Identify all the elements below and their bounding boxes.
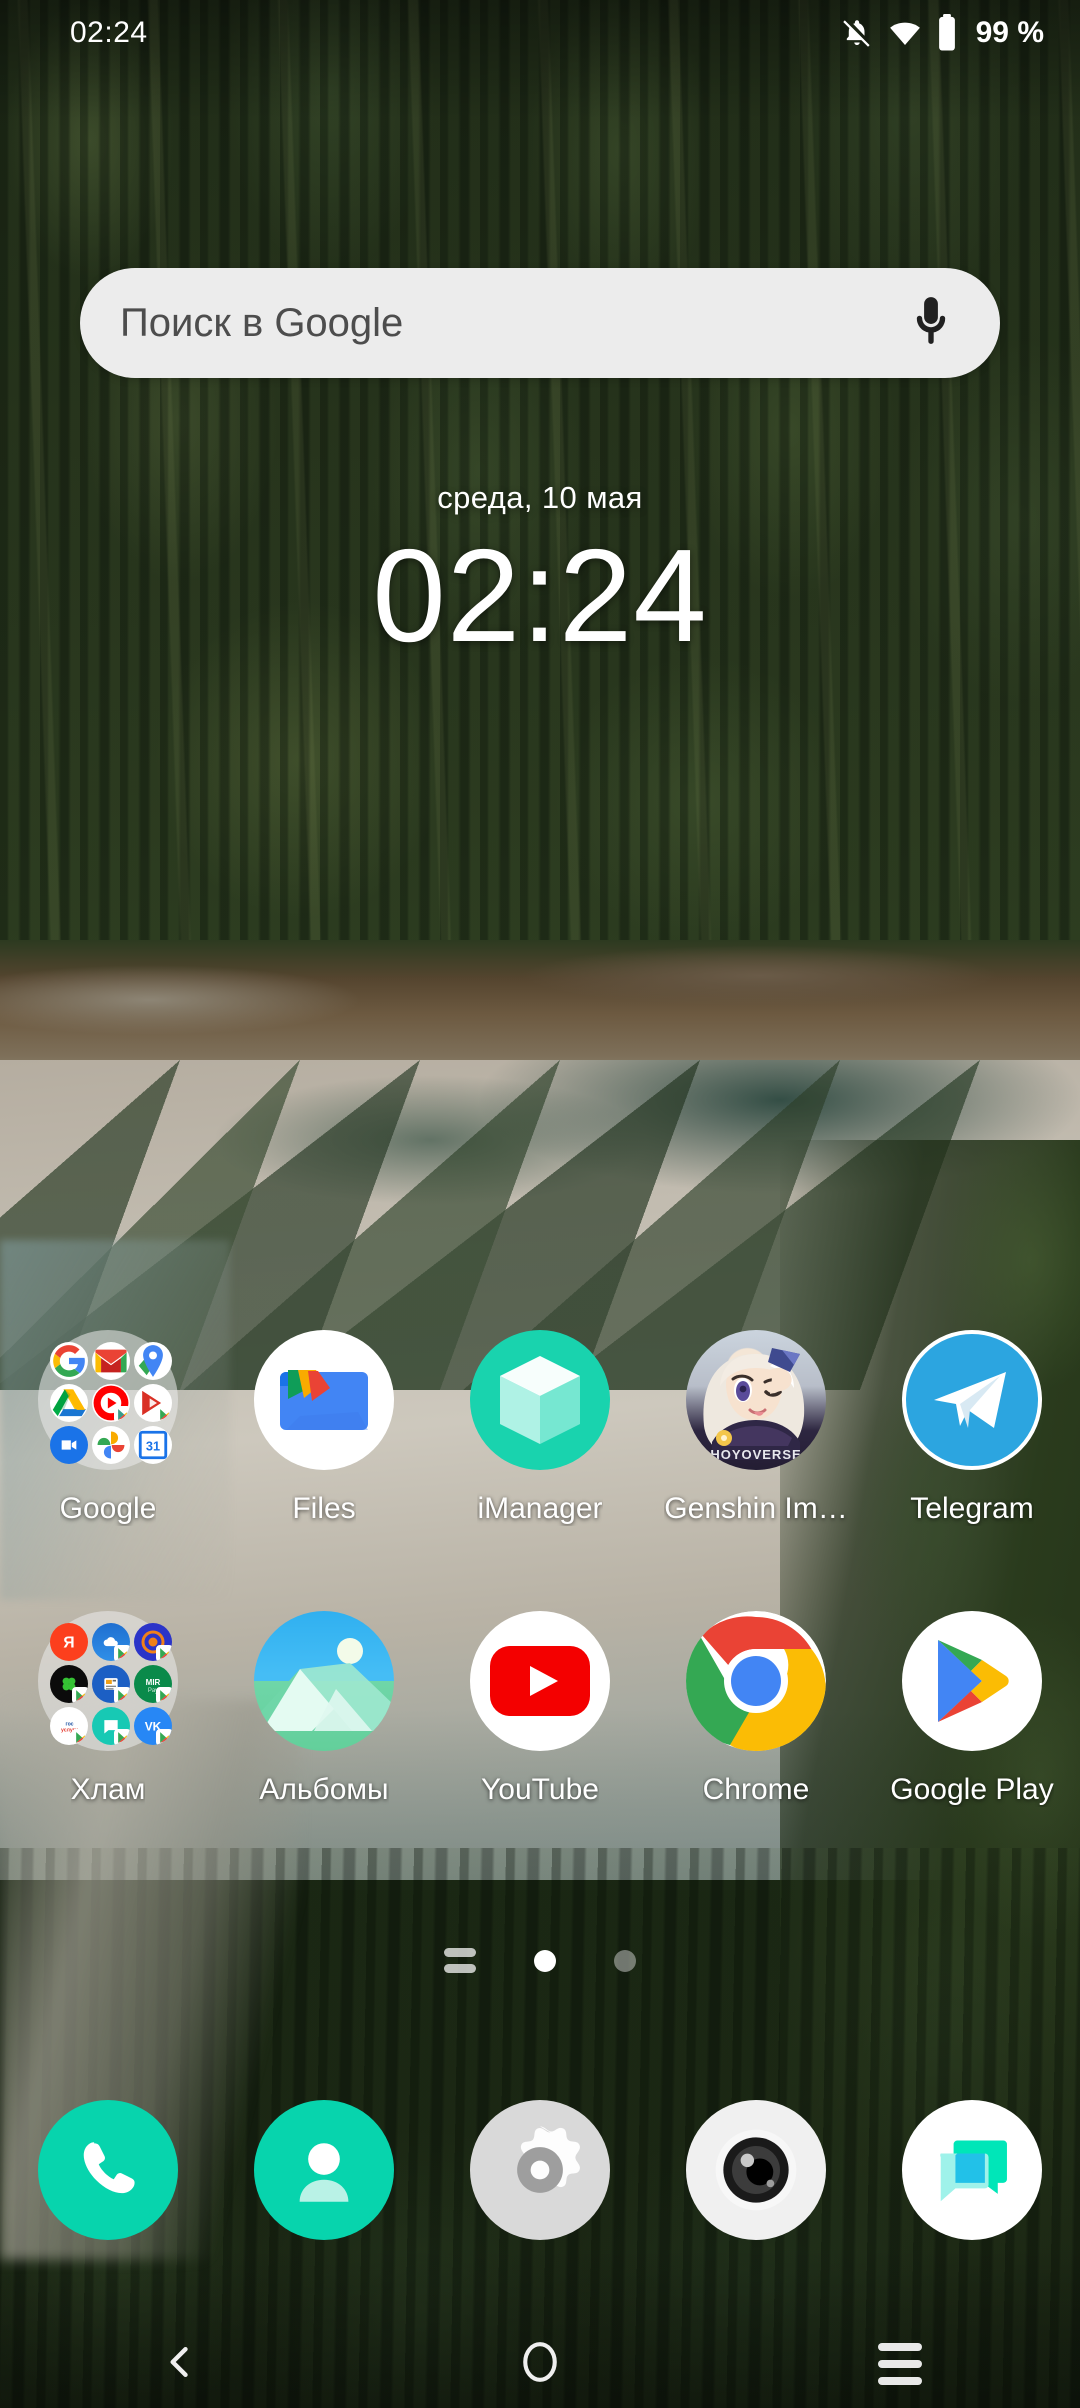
- mini-icon-gosuslugi: гос услуги: [50, 1707, 88, 1745]
- svg-text:MIR: MIR: [146, 1678, 161, 1687]
- play-store-badge-icon: [72, 1729, 88, 1745]
- navigation-bar: [0, 2320, 1080, 2408]
- contacts-icon[interactable]: [254, 2100, 394, 2240]
- wifi-icon: [888, 16, 922, 50]
- youtube-icon[interactable]: [470, 1611, 610, 1751]
- mini-icon-play-store: [134, 1384, 172, 1422]
- battery-icon: [936, 14, 958, 52]
- app-label: Google Play: [890, 1773, 1054, 1806]
- app-label: Genshin Im…: [664, 1492, 848, 1525]
- clock-time: 02:24: [372, 522, 708, 669]
- play-store-badge-icon: [114, 1687, 130, 1703]
- folder-junk[interactable]: Я MIR Pay гос услуги VK Хлам: [0, 1611, 216, 1807]
- app-label: Chrome: [702, 1773, 810, 1806]
- app-imanager[interactable]: iManager: [432, 1330, 648, 1526]
- home-circle-icon[interactable]: [519, 2338, 561, 2391]
- search-input[interactable]: Поиск в Google: [120, 301, 403, 346]
- play-store-badge-icon: [114, 1729, 130, 1745]
- app-label: Google: [59, 1492, 157, 1525]
- app-chrome[interactable]: Chrome: [648, 1611, 864, 1807]
- app-label: Хлам: [70, 1773, 146, 1806]
- google-folder-icon[interactable]: 31: [38, 1330, 178, 1470]
- mini-icon-messages: [92, 1707, 130, 1745]
- junk-folder-icon[interactable]: Я MIR Pay гос услуги VK: [38, 1611, 178, 1751]
- app-row-2: Я MIR Pay гос услуги VK Хлам Альбомы You…: [0, 1611, 1080, 1807]
- app-youtube[interactable]: YouTube: [432, 1611, 648, 1807]
- play-store-badge-icon: [156, 1406, 172, 1422]
- app-grid: 31 Google Files iManager HOYOVERSE Gensh…: [0, 1330, 1080, 1807]
- mini-icon-calendar: 31: [134, 1426, 172, 1464]
- mini-icon-yandex: Я: [50, 1623, 88, 1661]
- clock-widget[interactable]: среда, 10 мая 02:24: [0, 480, 1080, 670]
- albums-icon[interactable]: [254, 1611, 394, 1751]
- app-telegram[interactable]: Telegram: [864, 1330, 1080, 1526]
- play-store-badge-icon: [156, 1729, 172, 1745]
- play-store-badge-icon: [72, 1687, 88, 1703]
- mini-icon-mir-pay: MIR Pay: [134, 1665, 172, 1703]
- chrome-icon[interactable]: [686, 1611, 826, 1751]
- hoyoverse-label: HOYOVERSE: [710, 1447, 802, 1462]
- app-albums[interactable]: Альбомы: [216, 1611, 432, 1807]
- app-row-1: 31 Google Files iManager HOYOVERSE Gensh…: [0, 1330, 1080, 1526]
- back-chevron-icon[interactable]: [158, 2340, 202, 2389]
- page-dot-active[interactable]: [534, 1949, 556, 1972]
- mini-icon-meet: [50, 1426, 88, 1464]
- play-store-badge-icon: [156, 1687, 172, 1703]
- battery-percentage: 99 %: [975, 16, 1044, 49]
- app-files[interactable]: Files: [216, 1330, 432, 1526]
- messages-icon[interactable]: [902, 2100, 1042, 2240]
- mini-icon-cloud: [92, 1623, 130, 1661]
- play-store-badge-icon: [156, 1645, 172, 1661]
- mini-icon-google-search: [50, 1342, 88, 1380]
- mini-icon-vk: VK: [134, 1707, 172, 1745]
- app-google-play[interactable]: Google Play: [864, 1611, 1080, 1807]
- mini-icon-gmail: [92, 1342, 130, 1380]
- bell-off-icon: [840, 16, 874, 50]
- status-bar-clock: 02:24: [70, 16, 148, 49]
- files-icon[interactable]: [254, 1330, 394, 1470]
- app-label: Альбомы: [259, 1773, 389, 1806]
- svg-text:Я: Я: [63, 1635, 74, 1652]
- app-genshin-impact[interactable]: HOYOVERSE Genshin Im…: [648, 1330, 864, 1526]
- mini-icon-clover: [50, 1665, 88, 1703]
- microphone-icon[interactable]: [908, 293, 954, 353]
- mini-icon-news: [92, 1665, 130, 1703]
- page-dot-inactive[interactable]: [614, 1949, 636, 1972]
- mini-icon-target: [134, 1623, 172, 1661]
- phone-icon[interactable]: [38, 2100, 178, 2240]
- recents-lines-icon[interactable]: [878, 2343, 922, 2385]
- play-store-badge-icon: [114, 1406, 130, 1422]
- app-label: Files: [292, 1492, 356, 1525]
- mini-icon-maps: [134, 1342, 172, 1380]
- clock-date: среда, 10 мая: [437, 480, 643, 515]
- mini-icon-photos: [92, 1426, 130, 1464]
- dock: [0, 2100, 1080, 2240]
- svg-text:31: 31: [146, 1439, 160, 1454]
- app-label: YouTube: [481, 1773, 599, 1806]
- google-play-icon[interactable]: [902, 1611, 1042, 1751]
- folder-google[interactable]: 31 Google: [0, 1330, 216, 1526]
- settings-gear-icon[interactable]: [470, 2100, 610, 2240]
- play-store-badge-icon: [114, 1645, 130, 1661]
- page-indicator: [0, 1948, 1080, 1973]
- widget-dash-icon[interactable]: [444, 1948, 476, 1973]
- mini-icon-youtube-music: [92, 1384, 130, 1422]
- telegram-icon[interactable]: [902, 1330, 1042, 1470]
- google-search-bar[interactable]: Поиск в Google: [80, 268, 1000, 378]
- mini-icon-drive: [50, 1384, 88, 1422]
- app-label: Telegram: [910, 1492, 1034, 1525]
- status-bar: 02:24 99 %: [0, 0, 1080, 66]
- imanager-icon[interactable]: [470, 1330, 610, 1470]
- genshin-impact-icon[interactable]: HOYOVERSE: [686, 1330, 826, 1470]
- camera-icon[interactable]: [686, 2100, 826, 2240]
- app-label: iManager: [477, 1492, 603, 1525]
